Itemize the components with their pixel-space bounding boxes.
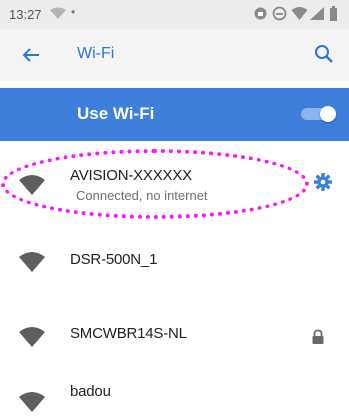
- wifi-status-icon: [291, 7, 308, 20]
- battery-icon: [330, 6, 337, 21]
- cellular-icon: [310, 7, 324, 20]
- network-name: SMCWBR14S-NL: [70, 325, 187, 342]
- signal-icon: [50, 7, 66, 19]
- use-wifi-row[interactable]: Use Wi-Fi: [0, 88, 349, 141]
- network-name: DSR-500N_1: [70, 251, 158, 268]
- network-name: badou: [70, 383, 111, 400]
- lock-circle-icon: [254, 7, 267, 20]
- status-time: 13:27: [9, 7, 42, 22]
- wifi-signal-icon: [19, 252, 45, 272]
- use-wifi-label: Use Wi-Fi: [77, 104, 155, 123]
- network-row-badou[interactable]: badou: [0, 364, 349, 418]
- status-bar: 13:27 •: [0, 0, 349, 29]
- toggle-thumb: [320, 106, 336, 122]
- page-title: Wi-Fi: [77, 45, 115, 62]
- gear-icon[interactable]: [313, 172, 333, 192]
- lock-icon: [312, 329, 324, 344]
- network-row-smc[interactable]: SMCWBR14S-NL: [0, 309, 349, 363]
- highlight-ellipse: [1, 149, 309, 219]
- section-divider: [0, 221, 349, 227]
- wifi-toggle[interactable]: [301, 106, 336, 122]
- wifi-signal-icon: [19, 327, 45, 347]
- circle-icon: [272, 6, 287, 21]
- network-row-dsr[interactable]: DSR-500N_1: [0, 234, 349, 288]
- status-dot: •: [71, 5, 76, 19]
- app-bar: Wi-Fi: [0, 29, 349, 81]
- wifi-signal-icon: [19, 392, 45, 412]
- search-icon[interactable]: [313, 43, 335, 65]
- arrow-left-icon[interactable]: [19, 43, 43, 67]
